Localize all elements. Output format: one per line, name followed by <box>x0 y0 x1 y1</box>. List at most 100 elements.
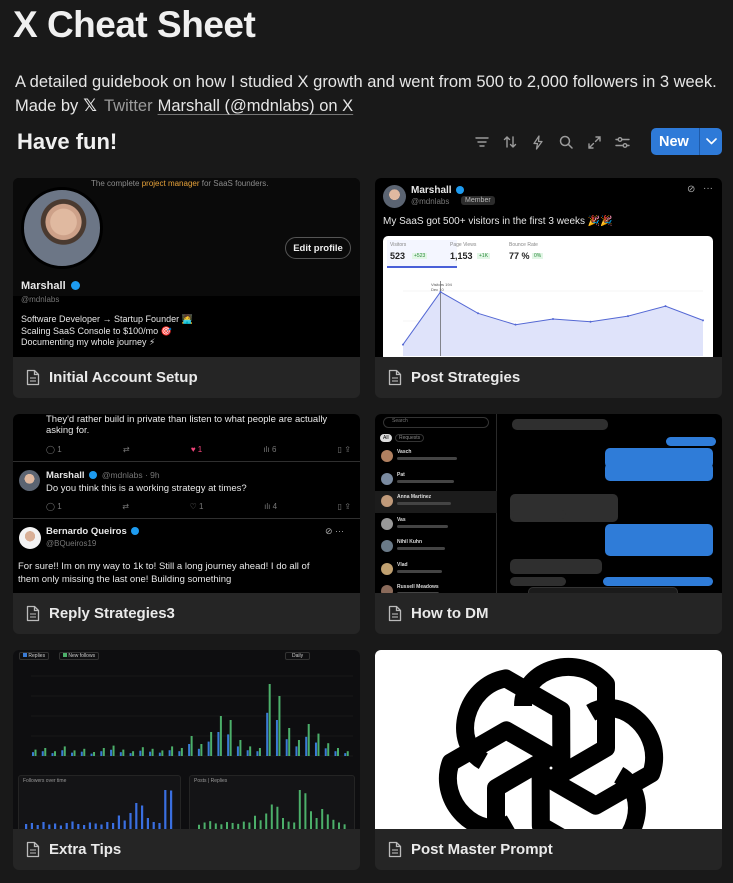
bookmark-icon[interactable]: ▯ ⇪ <box>338 502 351 514</box>
bar-new-follows <box>317 733 320 756</box>
gallery-card-reply-strategies[interactable]: They'd rather build in private than list… <box>13 414 360 634</box>
grok-icon[interactable]: ⊘ <box>687 184 695 195</box>
reply-icon[interactable]: ◯ 1 <box>46 445 62 457</box>
gallery-card-post-strategies[interactable]: Marshall @mdnlabs Member ⊘ ··· My SaaS g… <box>375 178 722 398</box>
card-footer[interactable]: Extra Tips <box>13 829 360 870</box>
dm-thread-name: Vasch <box>397 449 412 455</box>
openai-logo-icon <box>375 658 722 829</box>
card-title[interactable]: Reply Strategies3 <box>49 605 175 622</box>
card-title[interactable]: Post Strategies <box>411 369 520 386</box>
view-title[interactable]: Have fun! <box>17 129 117 155</box>
bar-followers <box>152 822 155 829</box>
card-footer[interactable]: Initial Account Setup <box>13 357 360 398</box>
grok-icon[interactable]: ⊘ ··· <box>325 526 344 537</box>
card-footer[interactable]: Reply Strategies3 <box>13 593 360 634</box>
bar-posts-replies <box>315 818 318 829</box>
new-button[interactable]: New <box>651 128 722 155</box>
like-icon[interactable]: ♡ 1 <box>190 502 204 514</box>
banner-text: The complete project manager for SaaS fo… <box>91 179 269 188</box>
verified-icon <box>131 527 140 535</box>
gallery-card-extra-tips[interactable]: Replies New follows Daily Followers over… <box>13 650 360 870</box>
card-footer[interactable]: Post Master Prompt <box>375 829 722 870</box>
card-title[interactable]: Post Master Prompt <box>411 841 553 858</box>
gallery-card-initial-account-setup[interactable]: The complete project manager for SaaS fo… <box>13 178 360 398</box>
card-title[interactable]: How to DM <box>411 605 488 622</box>
quoted-post-text: They'd rather build in private than list… <box>46 414 328 436</box>
bar-new-follows <box>63 746 66 756</box>
search-icon[interactable] <box>557 131 575 153</box>
dm-thread-item[interactable]: Vasch <box>375 446 497 468</box>
card-footer[interactable]: How to DM <box>375 593 722 634</box>
verified-icon <box>89 471 98 479</box>
reply-author: Marshall @mdnlabs · 9h <box>46 470 160 481</box>
repost-icon[interactable]: ⇄ <box>123 445 130 457</box>
legend-replies: Replies <box>19 652 50 660</box>
bar-new-follows <box>268 684 271 756</box>
dm-thread-item[interactable]: Russell Meadows <box>375 581 497 593</box>
dm-thread-item[interactable]: Pat <box>375 469 497 491</box>
bar-followers <box>129 813 132 829</box>
bar-new-follows <box>73 750 76 756</box>
like-icon[interactable]: ♥ 1 <box>191 445 202 457</box>
views-icon[interactable]: ılı 4 <box>264 502 277 514</box>
bar-replies <box>149 751 152 756</box>
dm-thread-name: Anna Martinez <box>397 494 432 500</box>
chart-point <box>627 315 629 318</box>
repost-icon[interactable]: ⇄ <box>122 502 129 514</box>
card-title[interactable]: Initial Account Setup <box>49 369 198 386</box>
sort-icon[interactable] <box>501 131 519 153</box>
dm-thread-preview <box>397 547 445 550</box>
engagement-bar-chart <box>31 675 353 757</box>
settings-sliders-icon[interactable] <box>613 131 631 153</box>
card-title[interactable]: Extra Tips <box>49 841 121 858</box>
verified-icon <box>456 186 465 194</box>
chevron-down-icon[interactable] <box>700 138 722 145</box>
avatar <box>19 527 41 549</box>
dm-thread-item[interactable]: Vas <box>375 514 497 536</box>
dm-tab-all[interactable]: All <box>380 434 392 442</box>
dm-thread-item[interactable]: Vlad <box>375 559 497 581</box>
edit-profile-button[interactable]: Edit profile <box>285 237 351 259</box>
bar-new-follows <box>112 745 115 756</box>
new-button-label[interactable]: New <box>651 134 699 150</box>
gallery-card-post-master-prompt[interactable]: Post Master Prompt <box>375 650 722 870</box>
bar-new-follows <box>54 751 57 756</box>
bar-new-follows <box>210 732 213 756</box>
bookmark-icon[interactable]: ▯ ⇪ <box>338 445 351 457</box>
author-link[interactable]: Marshall (@mdnlabs) on X <box>158 94 354 118</box>
expand-icon[interactable] <box>585 131 603 153</box>
bar-new-follows <box>288 728 291 756</box>
bar-followers <box>141 805 144 829</box>
bar-posts-replies <box>282 818 284 829</box>
stat-delta: 0% <box>532 253 544 259</box>
verified-icon <box>70 281 80 290</box>
bio-line: Software Developer → Startup Founder 🧑‍💻 <box>21 314 193 324</box>
bar-replies <box>110 749 113 756</box>
dm-thread-item[interactable]: Anna Martinez <box>375 491 497 513</box>
more-icon[interactable]: ··· <box>703 183 713 194</box>
dm-tab-requests[interactable]: Requests <box>395 434 425 442</box>
bar-replies <box>158 752 161 756</box>
bar-followers <box>170 790 173 829</box>
reply-text: For sure!! Im on my way to 1k to! Still … <box>18 561 310 572</box>
period-select[interactable]: Daily <box>285 652 311 660</box>
bar-new-follows <box>239 740 242 756</box>
chart-point <box>402 343 404 346</box>
bar-replies <box>256 751 259 756</box>
bar-followers <box>117 815 120 829</box>
card-footer[interactable]: Post Strategies <box>375 357 722 398</box>
dm-thread-item[interactable]: Nihil Kuhn <box>375 536 497 558</box>
filter-icon[interactable] <box>473 131 491 153</box>
chart-point <box>514 323 517 326</box>
reply-icon[interactable]: ◯ 1 <box>46 502 62 514</box>
avatar <box>381 585 393 593</box>
gallery-card-how-to-dm[interactable]: Search All Requests Vasch Pat Anna Martine… <box>375 414 722 634</box>
description-line: A detailed guidebook on how I studied X … <box>15 73 717 91</box>
bar-replies <box>129 753 132 756</box>
automation-icon[interactable] <box>529 131 547 153</box>
bar-new-follows <box>200 744 203 756</box>
dm-search-input[interactable]: Search <box>383 417 489 428</box>
avatar <box>381 562 393 575</box>
bar-new-follows <box>307 724 310 756</box>
views-icon[interactable]: ılı 6 <box>263 445 276 457</box>
